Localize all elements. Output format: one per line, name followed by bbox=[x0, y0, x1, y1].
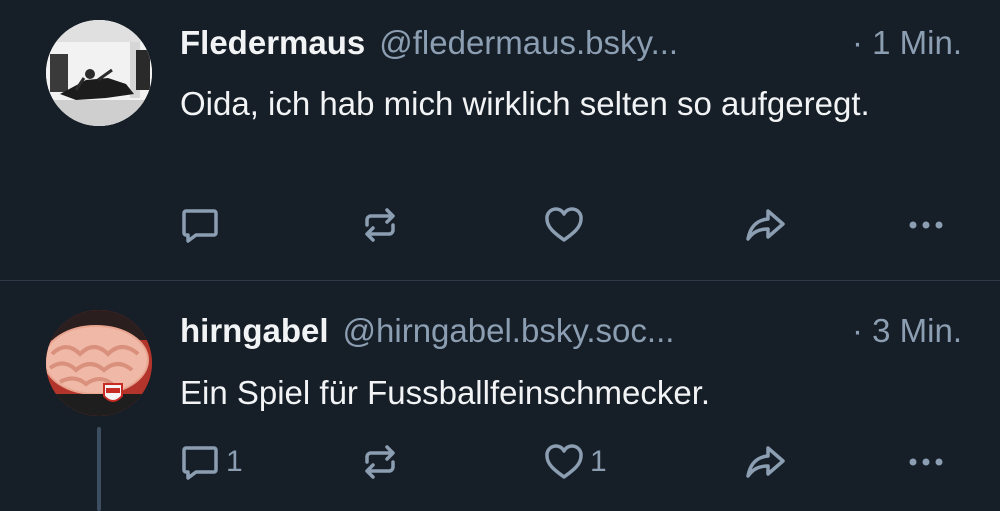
speech-bubble-icon bbox=[182, 446, 218, 480]
repost-button[interactable] bbox=[358, 440, 402, 484]
reply-button[interactable] bbox=[178, 203, 226, 247]
more-options-button[interactable] bbox=[904, 203, 948, 247]
thread-line bbox=[97, 427, 101, 511]
post-header: Fledermaus @fledermaus.bsky... · 1 Min. bbox=[180, 18, 962, 68]
avatar[interactable] bbox=[46, 310, 152, 416]
like-button[interactable]: 1 bbox=[542, 440, 607, 484]
reply-count: 1 bbox=[226, 445, 243, 478]
post-timestamp[interactable]: · 1 Min. bbox=[852, 24, 962, 62]
speech-bubble-icon bbox=[182, 209, 218, 243]
heart-icon bbox=[545, 207, 583, 242]
repost-arrows-icon bbox=[365, 208, 395, 242]
like-count: 1 bbox=[590, 445, 607, 478]
post-actions: 1 1 bbox=[178, 440, 958, 484]
like-button[interactable] bbox=[542, 203, 590, 247]
author-name[interactable]: hirngabel bbox=[180, 312, 329, 350]
post-text: Oida, ich hab mich wirklich selten so au… bbox=[180, 85, 870, 122]
more-options-button[interactable] bbox=[904, 440, 948, 484]
reply-button[interactable]: 1 bbox=[178, 440, 243, 484]
post-item[interactable]: hirngabel @hirngabel.bsky.soc... · 3 Min… bbox=[0, 281, 1000, 511]
post-text: Ein Spiel für Fussballfeinschmecker. bbox=[180, 374, 711, 411]
share-arrow-icon bbox=[746, 446, 785, 478]
heart-icon bbox=[545, 444, 583, 479]
share-button[interactable] bbox=[743, 203, 787, 247]
repost-arrows-icon bbox=[365, 445, 395, 479]
avatar-image bbox=[46, 20, 152, 126]
avatar-image bbox=[46, 310, 152, 416]
ellipsis-icon bbox=[909, 458, 943, 466]
repost-button[interactable] bbox=[358, 203, 402, 247]
author-name[interactable]: Fledermaus bbox=[180, 24, 365, 62]
post-timestamp[interactable]: · 3 Min. bbox=[852, 312, 962, 350]
post-header: hirngabel @hirngabel.bsky.soc... · 3 Min… bbox=[180, 306, 962, 356]
author-handle[interactable]: @hirngabel.bsky.soc... bbox=[343, 312, 834, 350]
ellipsis-icon bbox=[909, 221, 943, 229]
share-button[interactable] bbox=[743, 440, 787, 484]
post-item[interactable]: Fledermaus @fledermaus.bsky... · 1 Min. … bbox=[0, 0, 1000, 280]
post-actions bbox=[178, 203, 958, 247]
share-arrow-icon bbox=[746, 209, 785, 241]
avatar[interactable] bbox=[46, 20, 152, 126]
author-handle[interactable]: @fledermaus.bsky... bbox=[379, 24, 834, 62]
